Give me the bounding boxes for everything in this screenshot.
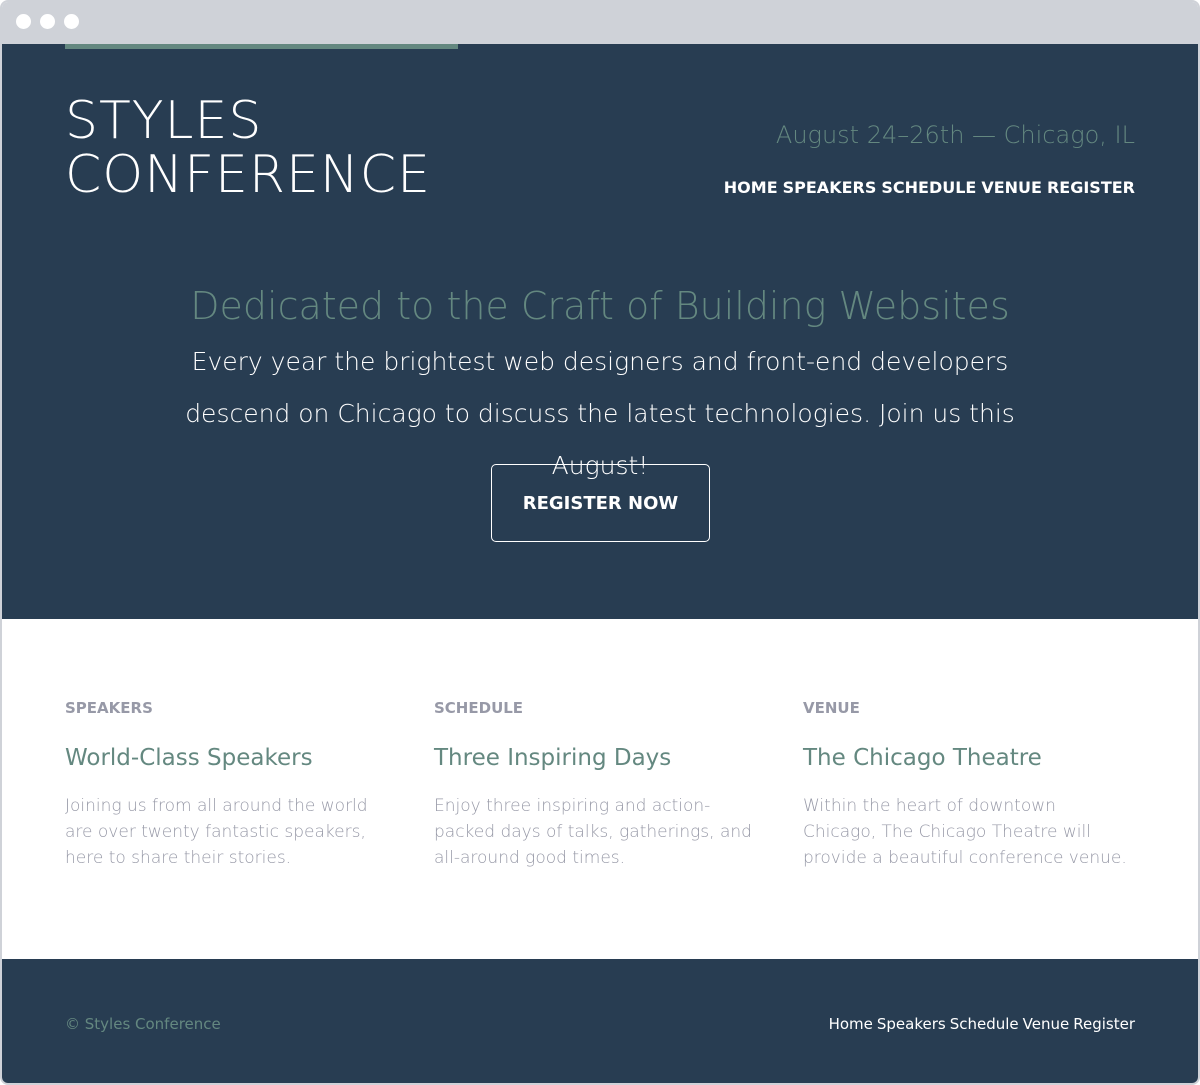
register-now-button[interactable]: REGISTER NOW bbox=[491, 464, 710, 542]
accent-bar bbox=[65, 44, 458, 49]
window-dot-icon bbox=[64, 14, 79, 29]
window-dot-icon bbox=[16, 14, 31, 29]
event-tagline: August 24–26th — Chicago, IL bbox=[775, 121, 1135, 149]
teaser-body: Joining us from all around the world are… bbox=[65, 796, 368, 868]
copyright-text: © Styles Conference bbox=[65, 1015, 221, 1033]
hero-section: STYLES CONFERENCE August 24–26th — Chica… bbox=[2, 44, 1198, 619]
browser-chrome bbox=[2, 2, 1198, 44]
footer-nav: Home Speakers Schedule Venue Register bbox=[829, 1015, 1135, 1033]
teaser-section: SPEAKERS World-Class Speakers Joining us… bbox=[65, 699, 1135, 899]
window-dot-icon bbox=[40, 14, 55, 29]
teaser-eyebrow: SPEAKERS bbox=[65, 699, 153, 717]
footer-nav-venue[interactable]: Venue bbox=[1023, 1015, 1070, 1033]
nav-schedule[interactable]: SCHEDULE bbox=[881, 178, 976, 197]
teaser-venue: VENUE The Chicago Theatre Within the hea… bbox=[803, 699, 1133, 871]
teaser-title: The Chicago Theatre bbox=[803, 745, 1042, 771]
footer-nav-register[interactable]: Register bbox=[1073, 1015, 1135, 1033]
nav-venue[interactable]: VENUE bbox=[981, 178, 1042, 197]
teaser-eyebrow: VENUE bbox=[803, 699, 860, 717]
teaser-body: Within the heart of downtown Chicago, Th… bbox=[803, 796, 1127, 868]
primary-nav: HOME SPEAKERS SCHEDULE VENUE REGISTER bbox=[724, 178, 1135, 197]
nav-speakers[interactable]: SPEAKERS bbox=[783, 178, 877, 197]
teaser-speakers: SPEAKERS World-Class Speakers Joining us… bbox=[65, 699, 395, 871]
browser-window: STYLES CONFERENCE August 24–26th — Chica… bbox=[0, 0, 1200, 1085]
hero-title: Dedicated to the Craft of Building Websi… bbox=[190, 284, 1010, 328]
site-footer: © Styles Conference Home Speakers Schedu… bbox=[2, 959, 1198, 1083]
teaser-body: Enjoy three inspiring and action-packed … bbox=[434, 796, 752, 868]
teaser-title: World-Class Speakers bbox=[65, 745, 313, 771]
site-logo[interactable]: STYLES CONFERENCE bbox=[65, 94, 431, 202]
teaser-title: Three Inspiring Days bbox=[434, 745, 672, 771]
teaser-eyebrow: SCHEDULE bbox=[434, 699, 524, 717]
footer-nav-speakers[interactable]: Speakers bbox=[877, 1015, 946, 1033]
footer-nav-schedule[interactable]: Schedule bbox=[950, 1015, 1019, 1033]
logo-line-1: STYLES bbox=[65, 91, 263, 151]
logo-line-2: CONFERENCE bbox=[65, 145, 431, 205]
nav-home[interactable]: HOME bbox=[724, 178, 778, 197]
teaser-schedule: SCHEDULE Three Inspiring Days Enjoy thre… bbox=[434, 699, 764, 871]
footer-nav-home[interactable]: Home bbox=[829, 1015, 873, 1033]
nav-register[interactable]: REGISTER bbox=[1047, 178, 1135, 197]
